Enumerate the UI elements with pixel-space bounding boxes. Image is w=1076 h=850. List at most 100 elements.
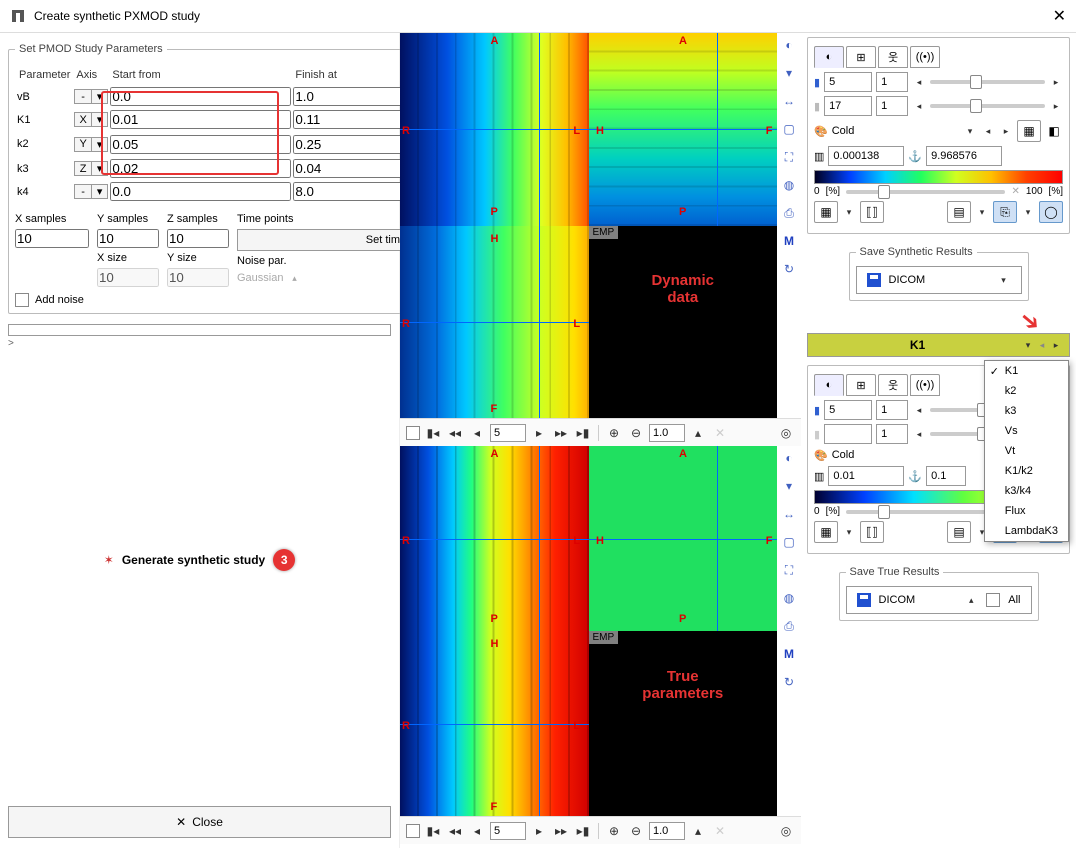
parameter-select-bar[interactable]: K1 ▾ ◂ ▸ K1 k2 k3 Vs Vt K1/k2 k3/k4 Flux… [807,333,1070,357]
chevron-down-icon[interactable]: ▾ [781,478,797,494]
viewer-dynamic-canvas[interactable]: A P R L H F A P H F R L EMP Dynamicdata [400,33,777,418]
axis-select-k4[interactable]: -▾ [74,184,108,199]
axis-select-k2[interactable]: Y▾ [74,137,108,152]
prev-frame-button[interactable]: ◂ [468,426,486,440]
globe-icon[interactable]: ◍ [781,590,797,606]
up-triangle[interactable]: ▴ [689,824,707,838]
tab-contrast-icon[interactable]: ◐ [814,46,844,68]
win-b2[interactable] [876,96,908,116]
grid2-icon[interactable]: ▤ [947,201,971,223]
min-input[interactable] [828,146,904,166]
expand-icon[interactable]: ⛶ [781,562,797,578]
menu-item-Flux[interactable]: Flux [985,501,1068,521]
slider-2[interactable] [930,104,1045,108]
save-true-button[interactable]: DICOM ▴ All [846,586,1032,614]
min-input-2[interactable] [828,466,904,486]
add-noise-checkbox[interactable] [15,293,29,307]
tab-contrast-icon[interactable]: ◐ [814,374,844,396]
forward-button[interactable]: ▸▸ [552,824,570,838]
rounded-icon[interactable]: ◯ [1039,201,1063,223]
win-a1[interactable] [824,72,872,92]
dashed-box-icon[interactable]: ▢ [781,121,797,137]
sync-icon[interactable]: ↔ [781,93,797,109]
menu-item-Vs[interactable]: Vs [985,421,1068,441]
colorsample-icon[interactable]: ◧ [1045,122,1063,140]
win2-b2[interactable] [876,424,908,444]
layout-icon[interactable]: ▦ [814,201,838,223]
zoom-in-icon[interactable]: ⊕ [605,824,623,838]
zoom-input-2[interactable] [649,822,685,840]
frame-input-1[interactable] [490,424,526,442]
print-icon[interactable]: ⎙ [781,618,797,634]
start-k4[interactable] [110,182,291,201]
next-frame-button[interactable]: ▸ [530,824,548,838]
m-icon[interactable]: M [781,646,797,662]
zoom-out-icon[interactable]: ⊖ [627,824,645,838]
zoom-input-1[interactable] [649,424,685,442]
tab-signal-icon[interactable]: ((•)) [910,46,940,68]
slider-1[interactable] [930,80,1045,84]
palette-select[interactable]: Cold [832,125,959,137]
max-input[interactable] [926,146,1002,166]
menu-item-K1k2[interactable]: K1/k2 [985,461,1068,481]
sync-icon[interactable]: ↔ [781,506,797,522]
start-K1[interactable] [110,110,291,129]
forward-button[interactable]: ▸▸ [552,426,570,440]
noise-type-select[interactable]: Gaussian [237,272,283,284]
zoom-in-icon[interactable]: ⊕ [605,426,623,440]
bracket-icon[interactable]: ⟦⟧ [860,201,884,223]
last-frame-button[interactable]: ▸▮ [574,426,592,440]
menu-item-k2[interactable]: k2 [985,381,1068,401]
y-samples-input[interactable] [97,229,159,248]
close-button[interactable]: ✕ Close [8,806,391,838]
layers-icon[interactable]: ◐ [781,37,797,53]
rewind-button[interactable]: ◂◂ [446,426,464,440]
menu-item-k3[interactable]: k3 [985,401,1068,421]
z-samples-input[interactable] [167,229,229,248]
target-icon[interactable]: ◎ [777,824,795,838]
start-vB[interactable] [110,87,291,106]
anchor-icon[interactable]: ⚓ [908,470,922,483]
max-input-2[interactable] [926,466,966,486]
up-triangle[interactable]: ▴ [689,426,707,440]
print-icon[interactable]: ⎙ [781,205,797,221]
win-b1[interactable] [876,72,908,92]
zoom-out-icon[interactable]: ⊖ [627,426,645,440]
menu-item-Vt[interactable]: Vt [985,441,1068,461]
next-frame-button[interactable]: ▸ [530,426,548,440]
axis-select-k3[interactable]: Z▾ [74,161,108,176]
frame-input-2[interactable] [490,822,526,840]
axis-select-vB[interactable]: -▾ [74,89,108,104]
playback-checkbox-1[interactable] [406,426,420,440]
expand-icon[interactable]: ⛶ [781,149,797,165]
win-a2[interactable] [824,96,872,116]
viewer-true-canvas[interactable]: A P R L H F A P H F R L EMP Trueparamete… [400,446,777,816]
m-icon[interactable]: M [781,233,797,249]
menu-item-k3k4[interactable]: k3/k4 [985,481,1068,501]
menu-item-K1[interactable]: K1 [985,361,1068,381]
playback-checkbox-2[interactable] [406,824,420,838]
window-close-icon[interactable]: ✕ [1053,6,1066,26]
menu-item-LambdaK3[interactable]: LambdaK3 [985,521,1068,541]
tab-person-icon[interactable]: 웃 [878,374,908,396]
layout-icon[interactable]: ▦ [814,521,838,543]
tab-grid-icon[interactable]: ⊞ [846,374,876,396]
bracket-icon[interactable]: ⟦⟧ [860,521,884,543]
tab-grid-icon[interactable]: ⊞ [846,46,876,68]
first-frame-button[interactable]: ▮◂ [424,426,442,440]
x-samples-input[interactable] [15,229,89,248]
win2-b1[interactable] [876,400,908,420]
globe-icon[interactable]: ◍ [781,177,797,193]
anchor-icon[interactable]: ⚓ [908,150,922,163]
rewind-button[interactable]: ◂◂ [446,824,464,838]
win2-a1[interactable] [824,400,872,420]
axis-select-K1[interactable]: X▾ [74,112,108,127]
pixels-icon[interactable]: ▦ [1017,120,1041,142]
tab-signal-icon[interactable]: ((•)) [910,374,940,396]
colorbar[interactable] [814,170,1063,184]
win2-a2[interactable] [824,424,872,444]
last-frame-button[interactable]: ▸▮ [574,824,592,838]
start-k3[interactable] [110,159,291,178]
dashed-box-icon[interactable]: ▢ [781,534,797,550]
refresh-icon[interactable]: ↻ [781,674,797,690]
